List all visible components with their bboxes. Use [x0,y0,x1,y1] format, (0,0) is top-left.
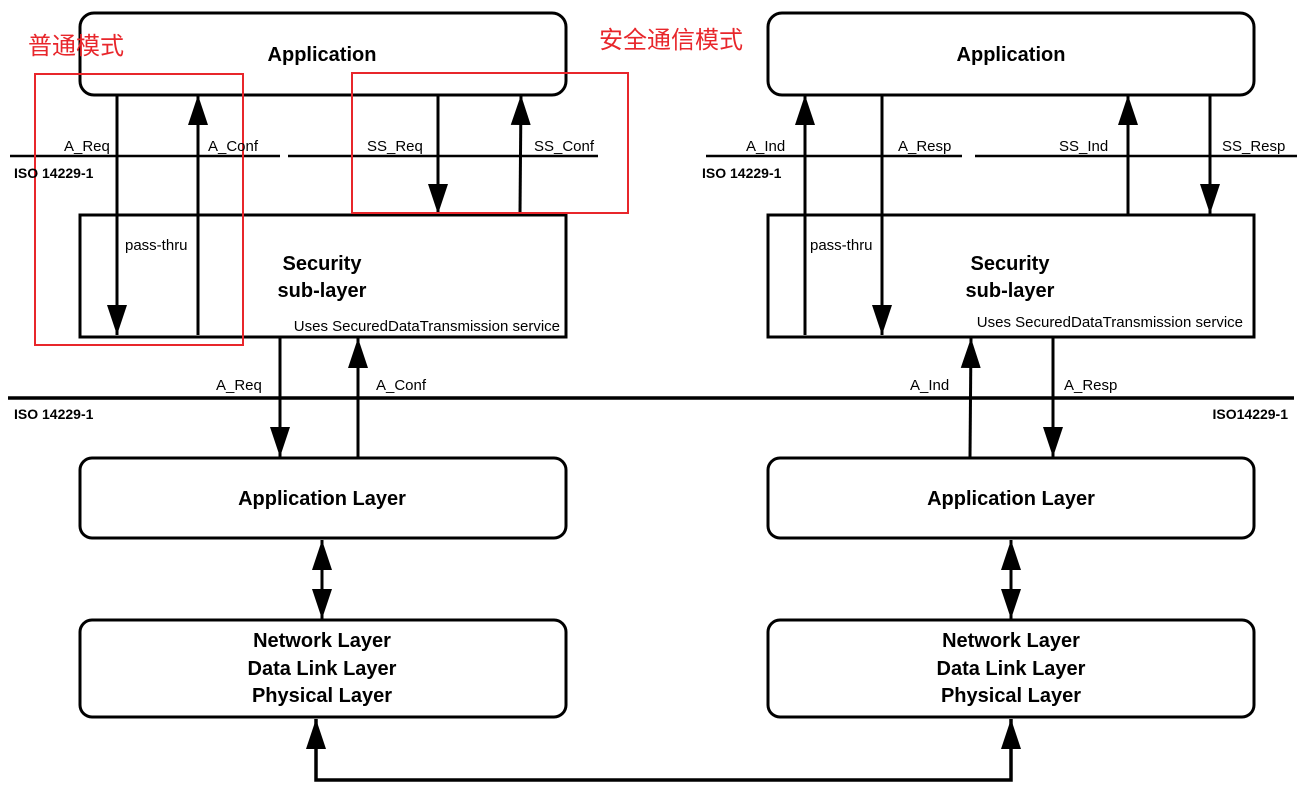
left-iso-top-label: ISO 14229-1 [14,165,94,181]
left-data-link-layer: Data Link Layer [248,658,397,680]
right-a-ind-lower-arrow [960,337,981,458]
right-pass-thru-label: pass-thru [810,237,873,254]
right-iso-top-label: ISO 14229-1 [702,165,782,181]
normal-mode-highlight [34,73,244,346]
left-a-conf-top-label: A_Conf [208,138,259,155]
ss-req-label: SS_Req [367,138,423,155]
right-application-layer-title: Application Layer [927,488,1095,510]
left-network-layer: Network Layer [253,630,391,652]
left-a-req-top-label: A_Req [64,138,110,155]
left-pass-thru-label: pass-thru [125,237,188,254]
ss-conf-label: SS_Conf [534,138,595,155]
left-iso-main-label: ISO 14229-1 [14,406,94,422]
secure-mode-label: 安全通信模式 [599,26,743,54]
right-security-title-1: Security [971,253,1051,275]
right-a-resp-top-label: A_Resp [898,138,951,155]
ss-resp-label: SS_Resp [1222,138,1285,155]
right-security-note: Uses SecuredDataTransmission service [977,314,1243,331]
right-a-ind-top-label: A_Ind [746,138,785,155]
physical-link-connector [314,719,1013,782]
right-network-layer: Network Layer [942,630,1080,652]
left-security-note: Uses SecuredDataTransmission service [294,318,560,335]
left-physical-layer: Physical Layer [252,685,392,707]
right-a-resp-bottom-label: A_Resp [1064,377,1117,394]
left-security-title-1: Security [283,253,363,275]
left-a-conf-bottom-label: A_Conf [376,377,427,394]
right-security-title-2: sub-layer [966,280,1055,302]
left-a-req-bottom-label: A_Req [216,377,262,394]
ss-ind-label: SS_Ind [1059,138,1108,155]
right-application-title: Application [957,44,1066,66]
left-application-title: Application [268,44,377,66]
left-application-layer-title: Application Layer [238,488,406,510]
right-iso-main-label: ISO14229-1 [1213,406,1289,422]
left-security-title-2: sub-layer [278,280,367,302]
right-data-link-layer: Data Link Layer [937,658,1086,680]
iso14229-security-diagram: 普通模式 安全通信模式 Application A_Req A_Conf SS_… [8,11,1297,782]
normal-mode-label: 普通模式 [28,32,124,60]
right-a-ind-bottom-label: A_Ind [910,377,949,394]
right-physical-layer: Physical Layer [941,685,1081,707]
ss-conf-arrow [510,94,531,215]
